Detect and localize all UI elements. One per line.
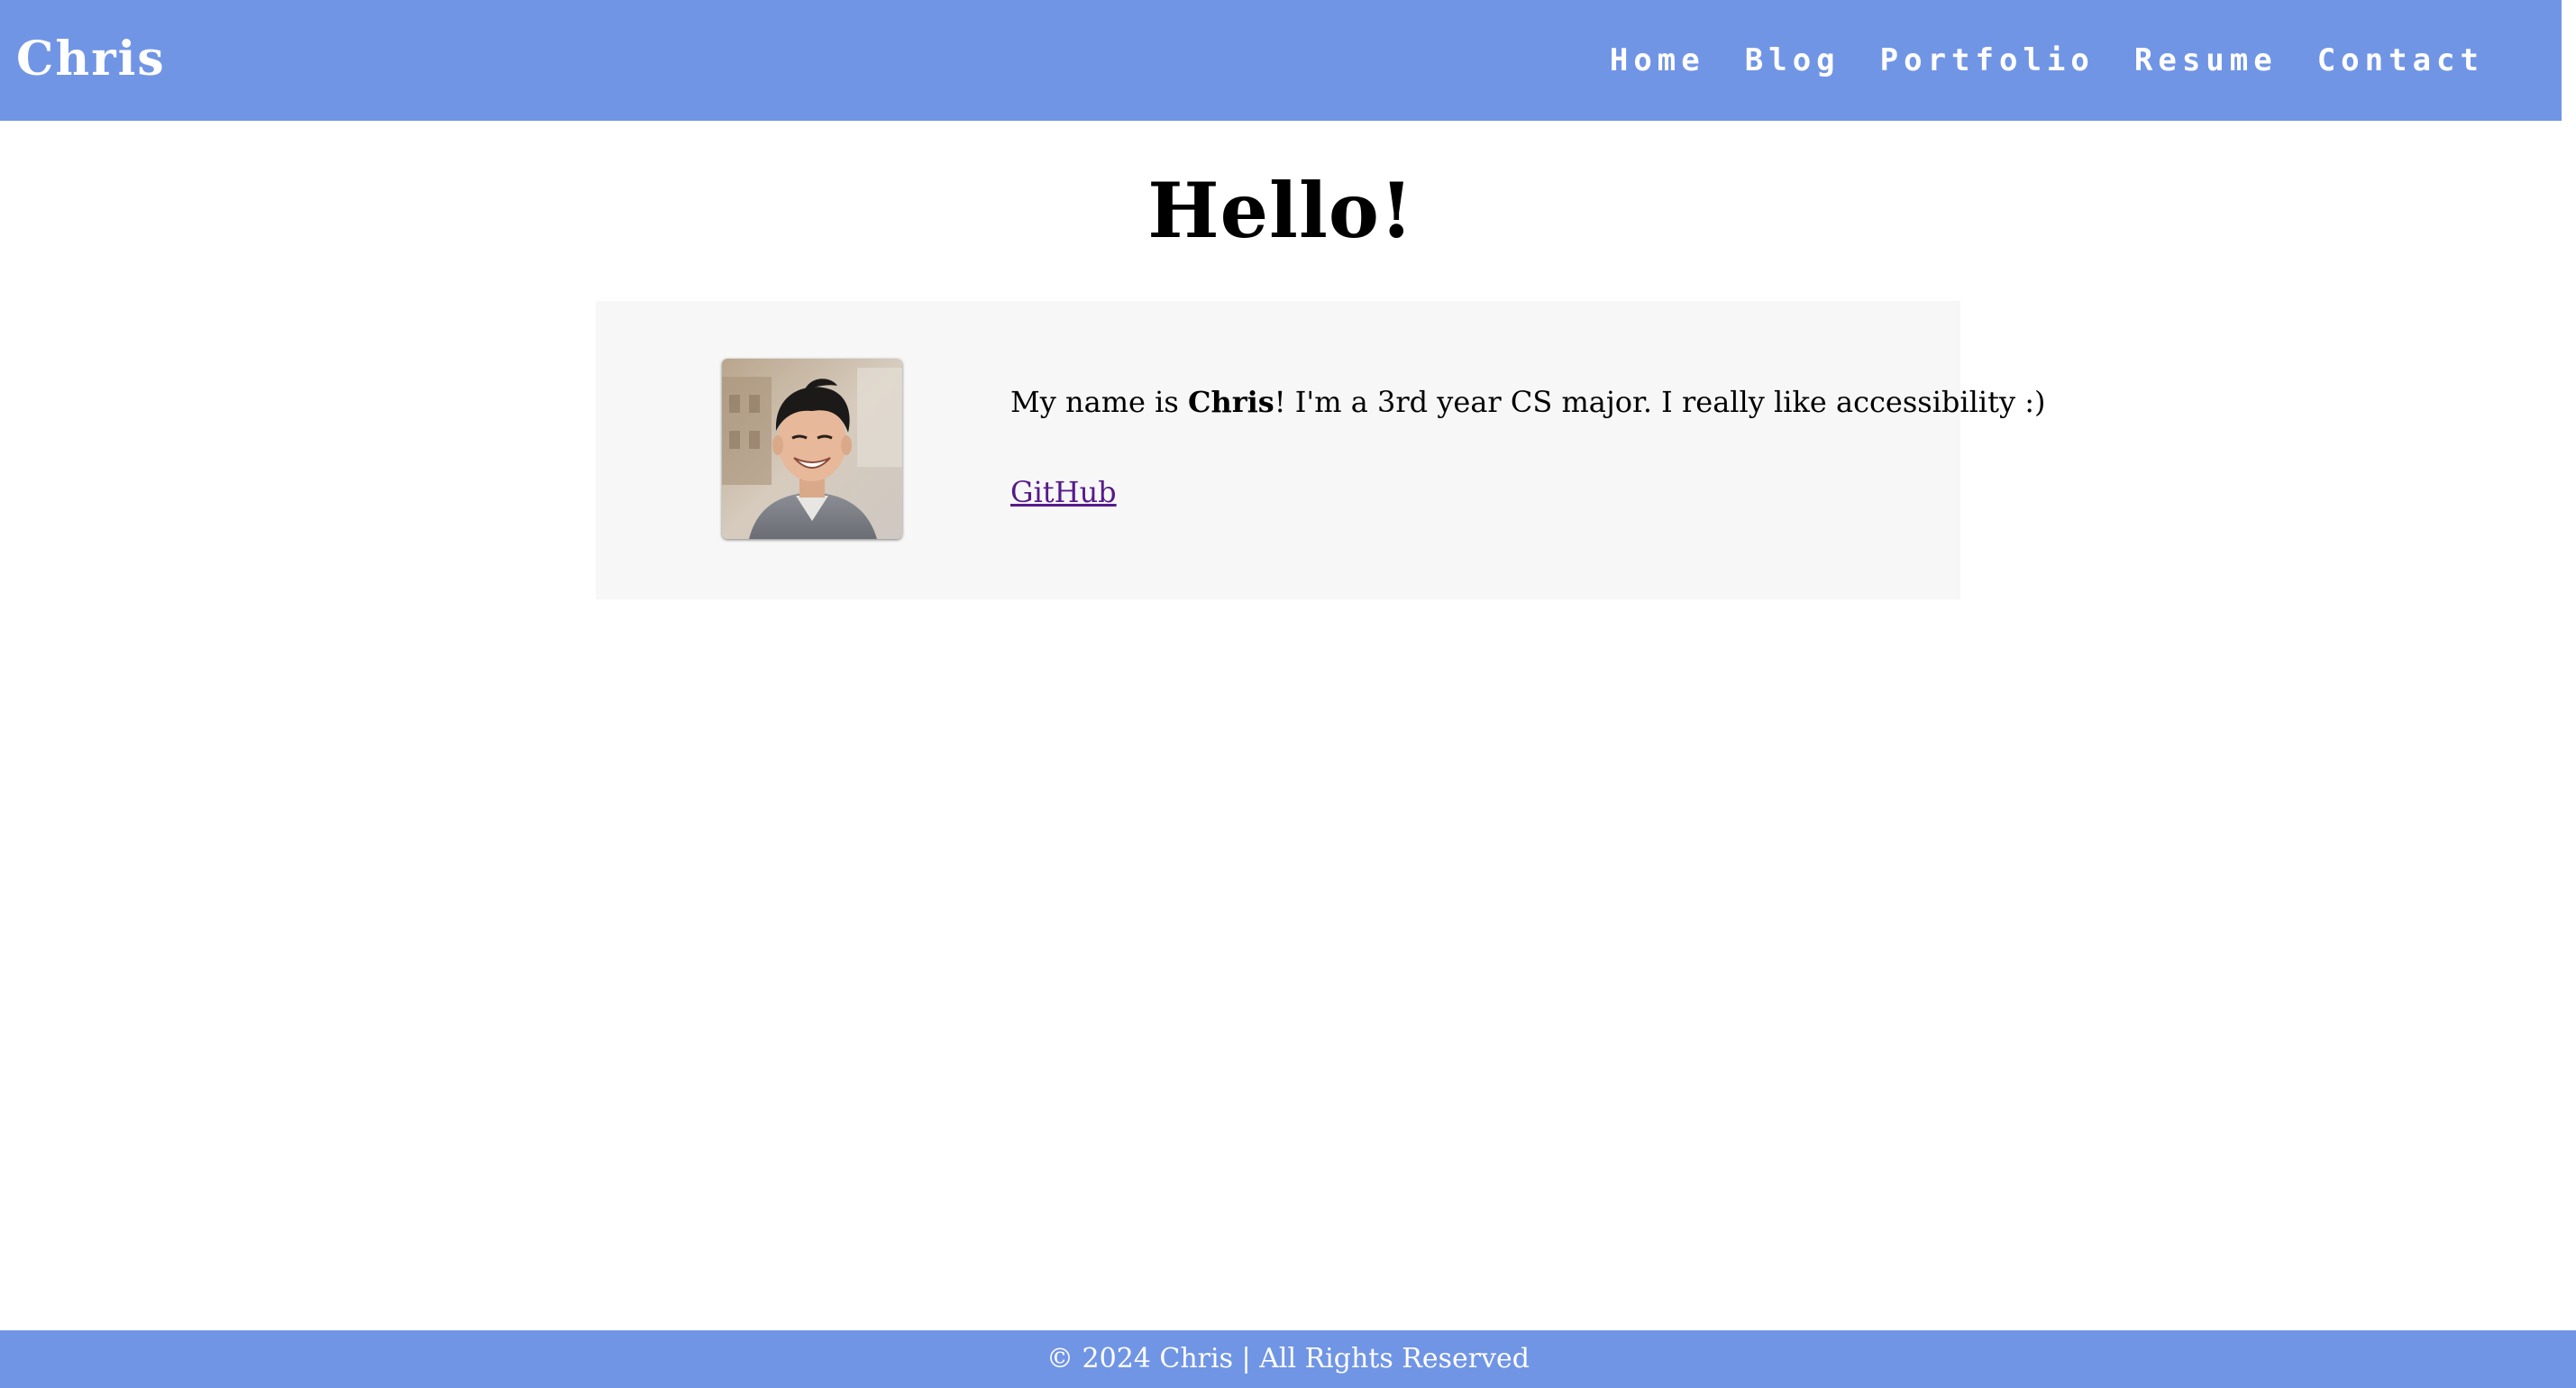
bio-suffix: ! I'm a 3rd year CS major. I really like…: [1274, 385, 2046, 419]
about-card: My name is Chris! I'm a 3rd year CS majo…: [596, 301, 2045, 599]
nav-link-contact[interactable]: Contact: [2317, 0, 2484, 121]
github-link[interactable]: GitHub: [1010, 472, 1117, 512]
brand-link[interactable]: Chris: [16, 27, 166, 92]
bio-name: Chris: [1187, 385, 1274, 419]
bio-paragraph: My name is Chris! I'm a 3rd year CS majo…: [1010, 382, 2045, 422]
page-title: Hello!: [1147, 166, 1414, 255]
nav-link-home[interactable]: Home: [1610, 0, 1705, 121]
avatar: [722, 359, 902, 539]
site-footer: © 2024 Chris | All Rights Reserved: [0, 1330, 2576, 1388]
main-nav: Home Blog Portfolio Resume Contact: [1570, 0, 2484, 121]
nav-link-blog[interactable]: Blog: [1745, 0, 1841, 121]
bio-text: My name is Chris! I'm a 3rd year CS majo…: [1010, 382, 2045, 422]
footer-copyright: © 2024 Chris | All Rights Reserved: [1046, 1343, 1530, 1374]
nav-link-portfolio[interactable]: Portfolio: [1880, 0, 2095, 121]
site-header: Chris Home Blog Portfolio Resume Contact: [0, 0, 2576, 121]
nav-link-resume[interactable]: Resume: [2134, 0, 2278, 121]
bio-prefix: My name is: [1010, 385, 1188, 419]
avatar-photo: [722, 359, 902, 539]
